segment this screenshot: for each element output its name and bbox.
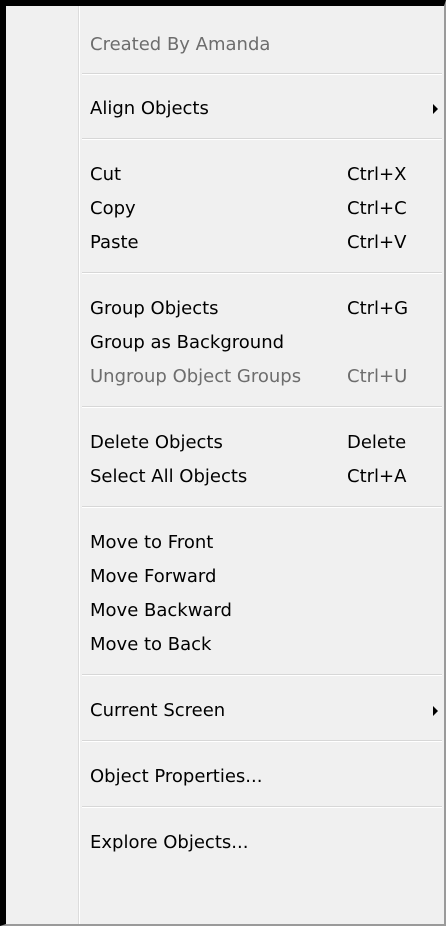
menu-item-shortcut: Ctrl+C: [347, 198, 407, 219]
menu-item-shortcut: Ctrl+V: [347, 232, 407, 253]
menu-item-group-as-background[interactable]: Group as Background: [6, 326, 444, 360]
menu-separator: [82, 138, 442, 140]
context-menu: Created By Amanda Align Objects Cut Ctrl…: [0, 0, 446, 926]
menu-item-label: Select All Objects: [90, 466, 248, 487]
menu-separator: [82, 674, 442, 676]
menu-item-move-forward[interactable]: Move Forward: [6, 560, 444, 594]
menu-item-current-screen[interactable]: Current Screen: [6, 694, 444, 728]
menu-item-label: Align Objects: [90, 98, 209, 119]
menu-item-label: Ungroup Object Groups: [90, 366, 302, 387]
menu-item-ungroup-object-groups: Ungroup Object Groups Ctrl+U: [6, 360, 444, 394]
menu-item-label: Move Backward: [90, 600, 232, 621]
menu-item-paste[interactable]: Paste Ctrl+V: [6, 226, 444, 260]
menu-item-copy[interactable]: Copy Ctrl+C: [6, 192, 444, 226]
menu-item-shortcut: Ctrl+G: [347, 298, 409, 319]
menu-item-label: Paste: [90, 232, 139, 253]
menu-item-explore-objects[interactable]: Explore Objects...: [6, 826, 444, 860]
menu-item-group-objects[interactable]: Group Objects Ctrl+G: [6, 292, 444, 326]
menu-item-label: Move Forward: [90, 566, 217, 587]
chevron-right-icon: [433, 104, 438, 114]
chevron-right-icon: [433, 706, 438, 716]
menu-separator: [82, 806, 442, 808]
menu-item-shortcut: Ctrl+A: [347, 466, 407, 487]
menu-separator: [82, 406, 442, 408]
menu-item-move-backward[interactable]: Move Backward: [6, 594, 444, 628]
menu-item-label: Group as Background: [90, 332, 285, 353]
menu-separator: [82, 740, 442, 742]
menu-item-label: Current Screen: [90, 700, 226, 721]
menu-item-label: Move to Front: [90, 532, 214, 553]
menu-item-shortcut: Delete: [347, 432, 407, 453]
menu-separator: [82, 506, 442, 508]
menu-item-shortcut: Ctrl+X: [347, 164, 407, 185]
menu-separator: [82, 73, 442, 75]
menu-separator: [82, 272, 442, 274]
menu-item-label: Group Objects: [90, 298, 219, 319]
menu-item-object-properties[interactable]: Object Properties...: [6, 760, 444, 794]
menu-item-label: Explore Objects...: [90, 832, 249, 853]
menu-header-created-by: Created By Amanda: [6, 28, 444, 62]
menu-item-align-objects[interactable]: Align Objects: [6, 92, 444, 126]
menu-item-shortcut: Ctrl+U: [347, 366, 408, 387]
menu-item-move-to-back[interactable]: Move to Back: [6, 628, 444, 662]
menu-item-select-all-objects[interactable]: Select All Objects Ctrl+A: [6, 460, 444, 494]
menu-item-label: Cut: [90, 164, 122, 185]
menu-item-delete-objects[interactable]: Delete Objects Delete: [6, 426, 444, 460]
menu-item-cut[interactable]: Cut Ctrl+X: [6, 158, 444, 192]
menu-item-label: Copy: [90, 198, 136, 219]
menu-item-label: Delete Objects: [90, 432, 223, 453]
menu-item-label: Object Properties...: [90, 766, 263, 787]
menu-item-move-to-front[interactable]: Move to Front: [6, 526, 444, 560]
menu-item-label: Move to Back: [90, 634, 212, 655]
menu-header-label: Created By Amanda: [90, 34, 271, 55]
